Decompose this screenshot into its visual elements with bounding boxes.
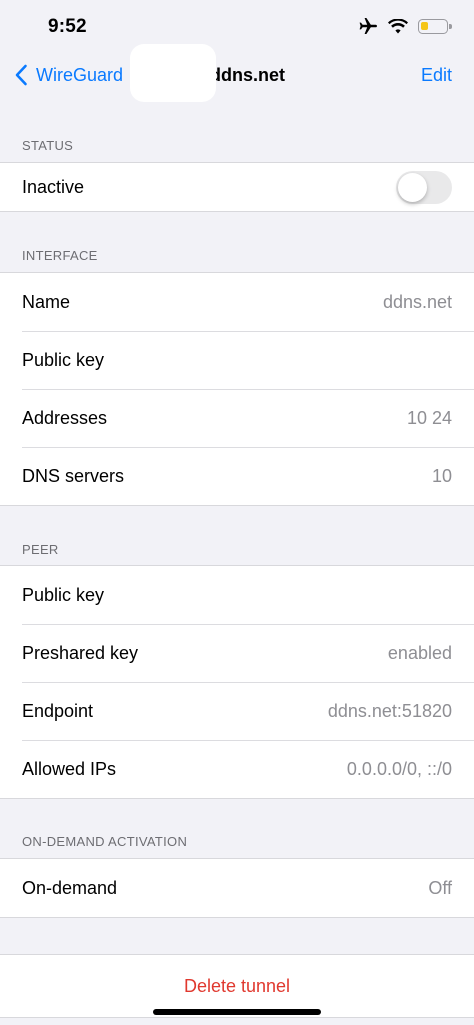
row-label: Name [22,291,71,312]
home-indicator [153,1009,321,1015]
page-title: .ddns.net [205,65,285,85]
wifi-icon [388,18,408,34]
row-value: 10 24 [406,407,452,428]
redaction-mark [130,44,216,102]
status-group: Inactive [0,162,474,212]
navigation-bar: WireGuard .ddns.net Edit [0,44,474,102]
status-bar: 9:52 [0,0,474,52]
peer-preshared-key-row: Preshared key enabled [0,624,474,682]
row-label: Addresses [22,407,108,428]
interface-addresses-row: Addresses 10 24 [0,389,474,447]
row-value: ddns.net [382,291,452,312]
section-header-interface: INTERFACE [22,248,98,263]
row-value: 0.0.0.0/0, ::/0 [346,758,452,779]
row-label: Public key [22,349,105,370]
on-demand-group: On-demand Off [0,858,474,918]
status-row: Inactive [0,163,474,211]
delete-tunnel-button[interactable]: Delete tunnel [184,976,290,997]
section-header-peer: PEER [22,542,59,557]
row-label: Public key [22,584,105,605]
section-header-status: STATUS [22,138,74,153]
status-icons [358,17,452,35]
row-label: On-demand [22,877,118,898]
interface-dns-servers-row: DNS servers 10 [0,447,474,505]
peer-endpoint-row: Endpoint ddns.net:51820 [0,682,474,740]
battery-icon [418,18,452,34]
on-demand-row[interactable]: On-demand Off [0,859,474,917]
status-time: 9:52 [48,16,87,37]
peer-allowed-ips-row: Allowed IPs 0.0.0.0/0, ::/0 [0,740,474,798]
peer-public-key-row: Public key [0,566,474,624]
edit-button[interactable]: Edit [421,65,452,86]
row-value: Off [428,877,452,898]
row-value: 10 [431,465,452,486]
row-label: DNS servers [22,465,125,486]
activate-toggle[interactable] [396,170,452,204]
row-label: Inactive [22,176,85,197]
wireguard-tunnel-detail-screen: 9:52 WireGuard .ddns.net Edit STATUS Ina… [0,0,474,1025]
battery-level-fill [421,21,428,30]
row-value: ddns.net:51820 [327,700,452,721]
row-label: Allowed IPs [22,758,117,779]
toggle-knob [398,172,427,202]
interface-name-row: Name ddns.net [0,273,474,331]
row-label: Endpoint [22,700,94,721]
row-label: Preshared key [22,642,139,663]
interface-group: Name ddns.net Public key Addresses 10 24… [0,272,474,506]
battery-cap [449,23,452,29]
row-value: enabled [387,642,452,663]
section-header-on-demand: ON-DEMAND ACTIVATION [22,834,188,849]
airplane-icon [358,17,378,35]
interface-public-key-row: Public key [0,331,474,389]
peer-group: Public key Preshared key enabled Endpoin… [0,565,474,799]
